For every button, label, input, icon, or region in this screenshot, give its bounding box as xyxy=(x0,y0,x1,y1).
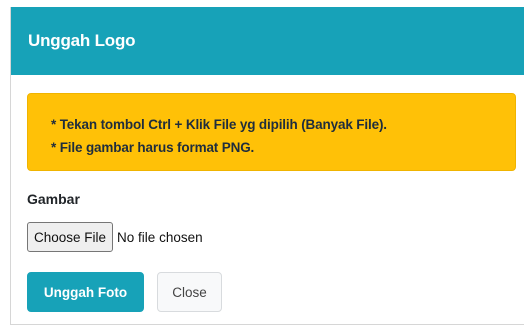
image-field-label: Gambar xyxy=(27,191,80,207)
alert-line-multiselect: * Tekan tombol Ctrl + Klik File yg dipil… xyxy=(51,117,387,132)
modal-title: Unggah Logo xyxy=(28,31,136,50)
file-input[interactable]: Choose File No file chosen xyxy=(27,222,203,252)
alert-line-png-format: * File gambar harus format PNG. xyxy=(51,140,255,155)
upload-photo-button[interactable]: Unggah Foto xyxy=(27,272,144,312)
modal-header: Unggah Logo xyxy=(11,7,524,75)
close-button[interactable]: Close xyxy=(157,272,222,312)
file-status-text: No file chosen xyxy=(117,229,203,245)
info-alert: * Tekan tombol Ctrl + Klik File yg dipil… xyxy=(27,93,516,171)
choose-file-button[interactable]: Choose File xyxy=(27,222,114,252)
upload-logo-modal: Unggah Logo * Tekan tombol Ctrl + Klik F… xyxy=(10,7,524,325)
